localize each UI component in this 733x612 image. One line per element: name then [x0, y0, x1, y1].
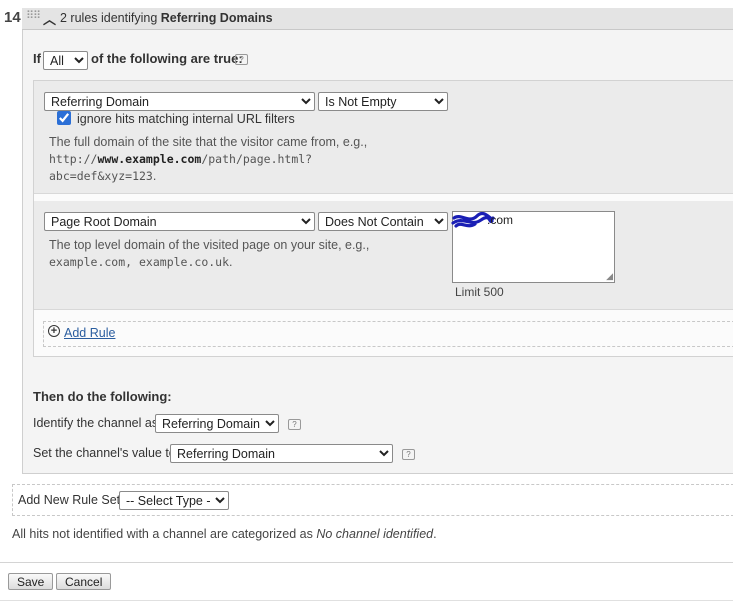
rule-1-checkbox-label: ignore hits matching internal URL filter… [77, 112, 295, 126]
footer-note-italic: No channel identified [316, 527, 434, 541]
bottom-divider [0, 600, 733, 601]
rule-set-type-select[interactable]: -- Select Type -- [119, 491, 229, 510]
rule-2-example-end: . [229, 255, 233, 269]
resize-grip-icon[interactable]: ◢ [606, 271, 613, 282]
rule-2-description: The top level domain of the visited page… [49, 237, 409, 271]
then-heading: Then do the following: [33, 389, 172, 404]
rule-1-operator-select[interactable]: Is Not Empty [318, 92, 448, 111]
condition-suffix: of the following are true: [91, 51, 243, 66]
plus-circle-icon[interactable]: + [48, 325, 60, 337]
add-rule-row [43, 321, 733, 347]
ruleset-title: 2 rules identifying Referring Domains [60, 11, 273, 25]
chevron-up-icon[interactable]: ︿ [43, 9, 56, 28]
rule-2-operator-select[interactable]: Does Not Contain [318, 212, 448, 231]
rule-1-field-select[interactable]: Referring Domain [44, 92, 315, 111]
rule-1-desc-text: The full domain of the site that the vis… [49, 135, 368, 149]
save-button[interactable]: Save [8, 573, 54, 590]
footer-note-suffix: . [433, 527, 437, 541]
rule-1-example-line2: abc=def&xyz=123 [49, 169, 153, 183]
rule-2-desc-text: The top level domain of the visited page… [49, 238, 370, 252]
help-icon-set-value[interactable]: ? [402, 449, 415, 460]
help-icon-identify[interactable]: ? [288, 419, 301, 430]
help-icon-condition[interactable]: ? [235, 54, 248, 65]
rule-1-example-part1: http:// [49, 152, 98, 166]
rule-1-example-bold: www.example.com [97, 152, 202, 166]
rule-1-example-end: . [152, 169, 157, 183]
rule-1-ignore-internal-checkbox[interactable] [57, 111, 71, 125]
drag-handle-icon[interactable]: ⠿⠿ [26, 9, 41, 22]
ruleset-header: ⠿⠿ ︿ 2 rules identifying Referring Domai… [22, 8, 733, 30]
add-new-rule-set-label: Add New Rule Set: [18, 493, 124, 507]
footer-note-prefix: All hits not identified with a channel a… [12, 527, 317, 541]
identify-channel-select[interactable]: Referring Domains [155, 414, 279, 433]
rule-2-limit-label: Limit 500 [455, 285, 504, 299]
rule-2-field-select[interactable]: Page Root Domain [44, 212, 315, 231]
identify-channel-label: Identify the channel as [33, 416, 159, 430]
if-label: If [33, 51, 41, 66]
cancel-button[interactable]: Cancel [56, 573, 112, 590]
rule-1-example-part2: /path/page.html? [201, 152, 313, 166]
ruleset-title-channel: Referring Domains [160, 11, 273, 25]
rule-2-value-text: .com [487, 213, 514, 227]
rule-2-value-textarea[interactable]: .com ◢ [451, 211, 615, 283]
set-value-select[interactable]: Referring Domain [170, 444, 393, 463]
rule-1-description: The full domain of the site that the vis… [49, 134, 369, 185]
rule-2-example-mono: example.com, example.co.uk [49, 255, 230, 269]
add-rule-link[interactable]: Add Rule [64, 326, 115, 340]
footer-divider [0, 562, 733, 563]
ruleset-number: 14 [4, 9, 21, 26]
set-value-label: Set the channel's value to [33, 446, 176, 460]
match-select[interactable]: All [43, 51, 88, 70]
footer-note: All hits not identified with a channel a… [12, 527, 437, 541]
